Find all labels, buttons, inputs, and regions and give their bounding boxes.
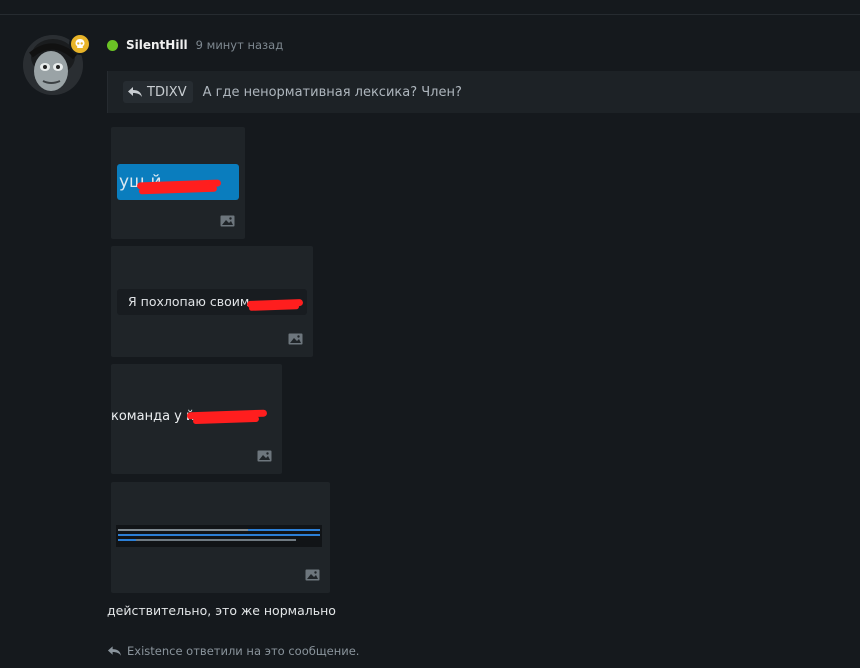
- image-attachment[interactable]: команда у й,к: [111, 364, 282, 474]
- username[interactable]: SilentHill: [126, 38, 188, 52]
- reply-arrow-icon: [128, 87, 142, 97]
- image-icon: [220, 215, 235, 227]
- text-line: [248, 529, 320, 531]
- timestamp[interactable]: 9 минут назад: [196, 38, 283, 52]
- attachment-preview: [116, 525, 322, 547]
- quote-text: А где ненормативная лексика? Член?: [202, 84, 462, 100]
- text-line: [118, 534, 320, 536]
- attachment-preview-text: Я похлопаю своим: [128, 294, 250, 309]
- text-line: [118, 539, 136, 541]
- replies-text: Existence ответили на это сообщение.: [127, 644, 360, 658]
- image-attachment[interactable]: ущ й: [111, 127, 245, 239]
- top-divider: [0, 14, 860, 15]
- reply-arrow-icon: [107, 646, 122, 656]
- message-text: действительно, это же нормально: [107, 603, 336, 618]
- image-icon: [288, 333, 303, 345]
- text-line: [118, 529, 248, 531]
- post-header: SilentHill 9 минут назад: [107, 36, 283, 54]
- text-line: [136, 539, 296, 541]
- image-icon: [305, 569, 320, 581]
- skull-icon: [75, 39, 85, 48]
- image-icon: [257, 450, 272, 462]
- quote-author-chip[interactable]: TDIXV: [123, 81, 193, 103]
- skull-badge: [69, 33, 91, 55]
- replies-link[interactable]: Existence ответили на это сообщение.: [107, 644, 359, 658]
- quoted-message[interactable]: TDIXV А где ненормативная лексика? Член?: [107, 71, 860, 113]
- online-status-dot: [107, 39, 118, 51]
- image-attachment[interactable]: Я похлопаю своим: [111, 246, 313, 357]
- image-attachment[interactable]: [111, 482, 330, 593]
- quote-author: TDIXV: [147, 84, 187, 100]
